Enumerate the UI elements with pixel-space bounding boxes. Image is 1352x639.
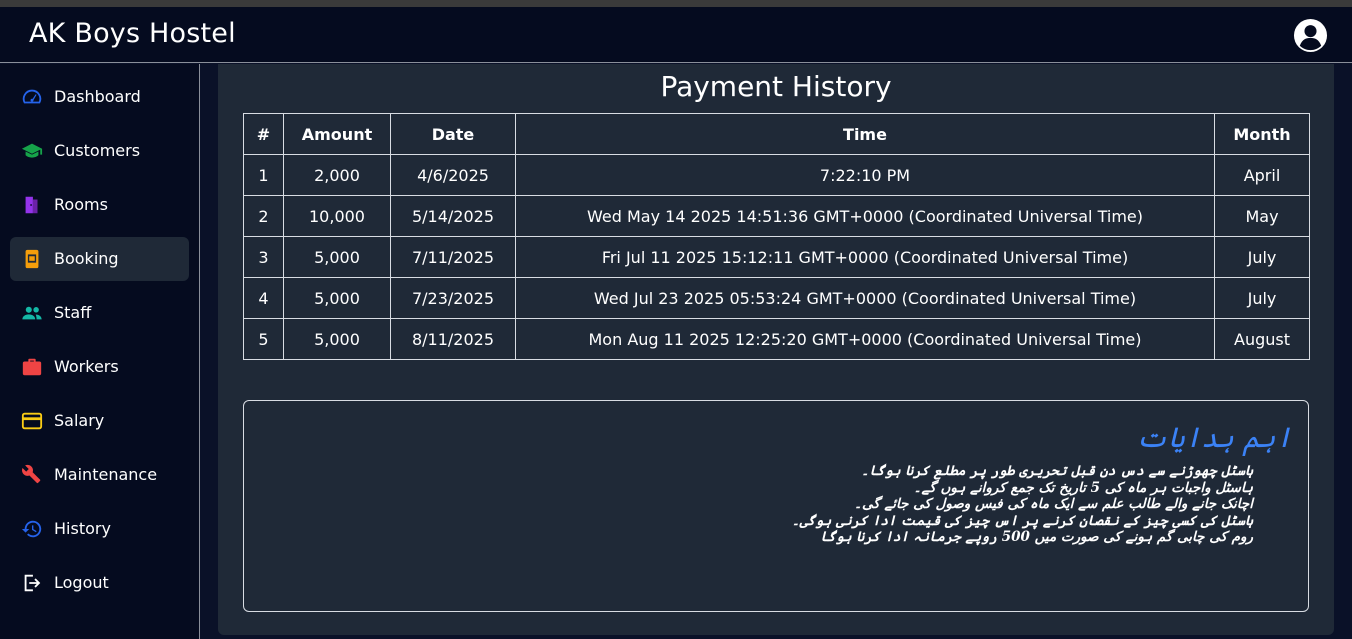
sidebar-item-label: Booking [54, 249, 119, 268]
instructions-box: اہم ہدایات ہاسٹل چھوڑنے سے دس دن قبل تحر… [243, 400, 1309, 612]
column-header-time: Time [515, 113, 1215, 155]
cell-number: 1 [243, 154, 284, 196]
cell-time: Wed Jul 23 2025 05:53:24 GMT+0000 (Coord… [515, 277, 1215, 319]
main-panel: Payment History # Amount Date Time Month… [218, 64, 1334, 635]
sidebar-item-booking[interactable]: Booking [10, 237, 189, 281]
people-icon [22, 306, 42, 320]
history-icon [21, 520, 42, 538]
cell-date: 5/14/2025 [390, 195, 516, 237]
sidebar-item-salary[interactable]: Salary [10, 399, 189, 443]
cell-number: 5 [243, 318, 284, 360]
table-row: 2 10,000 5/14/2025 Wed May 14 2025 14:51… [243, 195, 1310, 237]
instruction-line: اچانک جانے والے طالب علم سے ایک ماہ کی ف… [854, 496, 1253, 512]
cell-month: August [1214, 318, 1310, 360]
sidebar-item-label: Staff [54, 303, 92, 322]
instruction-line: روم کی چابی گم ہونے کی صورت میں 500 روپے… [820, 529, 1253, 545]
booking-icon [25, 249, 39, 269]
sidebar-item-workers[interactable]: Workers [10, 345, 189, 389]
cell-number: 4 [243, 277, 284, 319]
cell-time: Wed May 14 2025 14:51:36 GMT+0000 (Coord… [515, 195, 1215, 237]
window-top-strip [0, 0, 1352, 7]
sidebar-item-label: Customers [54, 141, 141, 160]
cell-month: July [1214, 277, 1310, 319]
cell-time: Mon Aug 11 2025 12:25:20 GMT+0000 (Coord… [515, 318, 1215, 360]
cell-number: 2 [243, 195, 284, 237]
cell-time: 7:22:10 PM [515, 154, 1215, 196]
table-row: 1 2,000 4/6/2025 7:22:10 PM April [243, 154, 1310, 196]
cell-amount: 5,000 [283, 236, 391, 278]
payment-history-table: # Amount Date Time Month 1 2,000 4/6/202… [243, 113, 1310, 360]
sidebar-item-label: Salary [54, 411, 105, 430]
sidebar-item-rooms[interactable]: Rooms [10, 183, 189, 227]
user-avatar-icon[interactable] [1293, 18, 1328, 53]
sidebar-item-label: Workers [54, 357, 119, 376]
wrench-icon [22, 464, 41, 484]
graduation-cap-icon [21, 143, 43, 158]
logout-icon [24, 574, 41, 592]
sidebar-item-history[interactable]: History [10, 507, 189, 551]
cell-amount: 10,000 [283, 195, 391, 237]
sidebar: Dashboard Customers Rooms Booking Staff … [0, 64, 200, 639]
cell-date: 7/11/2025 [390, 236, 516, 278]
cell-month: April [1214, 154, 1310, 196]
table-row: 4 5,000 7/23/2025 Wed Jul 23 2025 05:53:… [243, 277, 1310, 319]
instructions-list: ہاسٹل چھوڑنے سے دس دن قبل تحریری طور پر … [792, 463, 1253, 546]
dashboard-icon [22, 89, 42, 104]
sidebar-item-maintenance[interactable]: Maintenance [10, 453, 189, 497]
cell-amount: 5,000 [283, 318, 391, 360]
app-header: AK Boys Hostel [0, 7, 1352, 63]
sidebar-item-dashboard[interactable]: Dashboard [10, 75, 189, 119]
cell-month: May [1214, 195, 1310, 237]
instruction-line: ہاسٹل کی کسی چیز کے نقصان کرنے پر اس چیز… [791, 512, 1253, 529]
sidebar-item-label: Rooms [54, 195, 108, 214]
sidebar-item-label: History [54, 519, 111, 538]
sidebar-item-label: Dashboard [54, 87, 141, 106]
sidebar-item-staff[interactable]: Staff [10, 291, 189, 335]
briefcase-icon [22, 358, 42, 376]
cell-time: Fri Jul 11 2025 15:12:11 GMT+0000 (Coord… [515, 236, 1215, 278]
instruction-line: ہاسٹل واجبات ہر ماہ کی 5 تاریخ تک جمع کر… [913, 479, 1253, 496]
sidebar-item-label: Logout [54, 573, 109, 592]
sidebar-item-customers[interactable]: Customers [10, 129, 189, 173]
instructions-title: اہم ہدایات [1135, 421, 1292, 454]
column-header-date: Date [390, 113, 516, 155]
cell-month: July [1214, 236, 1310, 278]
page-title: Payment History [660, 70, 892, 103]
cell-date: 8/11/2025 [390, 318, 516, 360]
instruction-line: ہاسٹل چھوڑنے سے دس دن قبل تحریری طور پر … [861, 463, 1253, 479]
cell-amount: 2,000 [283, 154, 391, 196]
sidebar-item-label: Maintenance [54, 465, 158, 484]
credit-card-icon [21, 412, 43, 430]
brand-title: AK Boys Hostel [29, 18, 236, 49]
column-header-number: # [243, 113, 284, 155]
cell-date: 4/6/2025 [390, 154, 516, 196]
cell-date: 7/23/2025 [390, 277, 516, 319]
cell-number: 3 [243, 236, 284, 278]
column-header-amount: Amount [283, 113, 391, 155]
column-header-month: Month [1214, 113, 1310, 155]
table-header-row: # Amount Date Time Month [243, 113, 1310, 155]
door-icon [25, 196, 38, 214]
sidebar-item-logout[interactable]: Logout [10, 561, 189, 605]
table-row: 5 5,000 8/11/2025 Mon Aug 11 2025 12:25:… [243, 318, 1310, 360]
table-row: 3 5,000 7/11/2025 Fri Jul 11 2025 15:12:… [243, 236, 1310, 278]
cell-amount: 5,000 [283, 277, 391, 319]
